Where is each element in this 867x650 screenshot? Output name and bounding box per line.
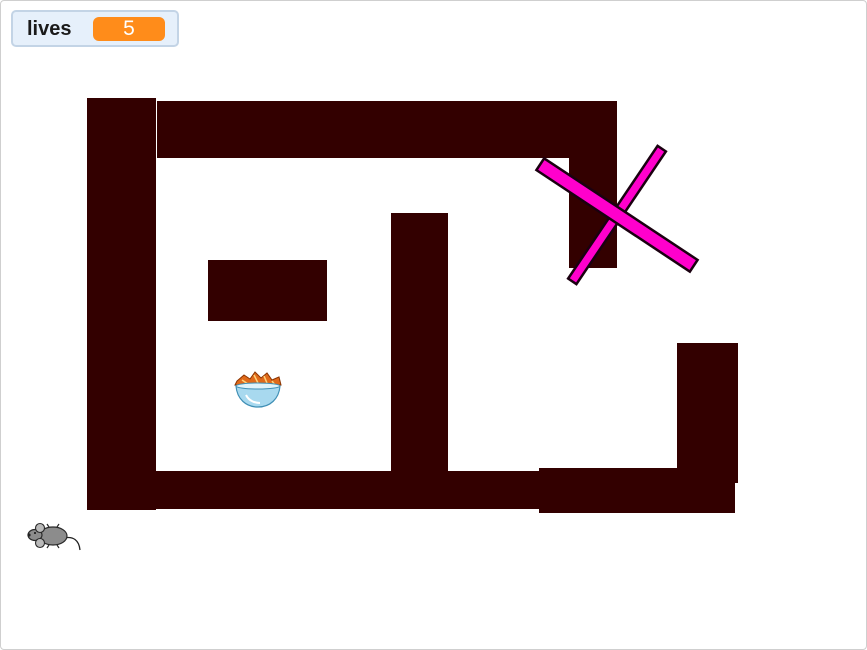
spinner-layer xyxy=(27,144,700,551)
mouse-icon xyxy=(27,522,81,551)
game-stage[interactable]: lives 5 xyxy=(0,0,867,650)
spinner-bar-long xyxy=(534,156,700,274)
food-bowl-icon xyxy=(234,371,282,408)
spinner-obstacle xyxy=(534,144,700,286)
